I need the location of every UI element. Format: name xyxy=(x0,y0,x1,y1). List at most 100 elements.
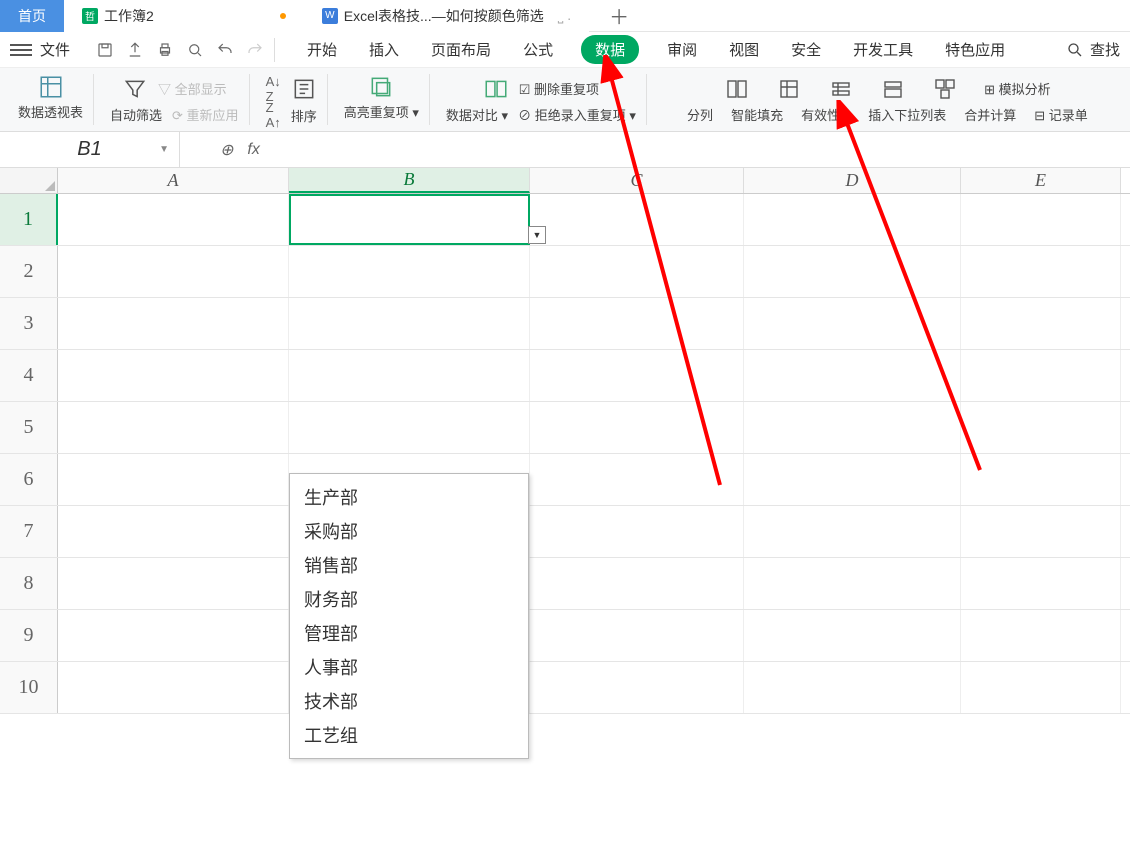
row-header[interactable]: 9 xyxy=(0,610,58,661)
cell[interactable] xyxy=(58,194,289,245)
highlight-dup-button[interactable]: 高亮重复项 ▾ xyxy=(344,74,419,121)
row-header[interactable]: 7 xyxy=(0,506,58,557)
split-col-label[interactable]: 分列 xyxy=(687,105,713,124)
tab-special[interactable]: 特色应用 xyxy=(941,37,1009,62)
cell[interactable] xyxy=(744,298,961,349)
cell[interactable] xyxy=(58,298,289,349)
cell[interactable] xyxy=(530,194,744,245)
cell[interactable] xyxy=(58,610,289,661)
col-header-D[interactable]: D xyxy=(744,168,961,193)
col-header-A[interactable]: A xyxy=(58,168,289,193)
dropdown-option[interactable]: 人事部 xyxy=(290,650,528,684)
cell[interactable] xyxy=(530,246,744,297)
sort-desc-icon[interactable]: ZA↑ xyxy=(266,100,281,130)
tab-formula[interactable]: 公式 xyxy=(519,37,557,62)
save-icon[interactable] xyxy=(96,41,114,59)
del-dup-button[interactable]: ☑ 删除重复项 xyxy=(519,79,599,98)
row-header[interactable]: 5 xyxy=(0,402,58,453)
cell[interactable] xyxy=(58,246,289,297)
tab-data[interactable]: 数据 xyxy=(581,35,639,64)
tab-document2[interactable]: W Excel表格技...—如何按颜色筛选 ⎵ . xyxy=(304,0,589,32)
dropdown-option[interactable]: 财务部 xyxy=(290,582,528,616)
select-all-corner[interactable] xyxy=(0,168,58,193)
cell[interactable] xyxy=(744,350,961,401)
dropdown-option[interactable]: 生产部 xyxy=(290,480,528,514)
preview-icon[interactable] xyxy=(186,41,204,59)
cell[interactable] xyxy=(530,506,744,557)
cell[interactable]: ▼ xyxy=(289,194,530,245)
compare-icon[interactable] xyxy=(483,76,509,102)
dropdown-option[interactable]: 技术部 xyxy=(290,684,528,718)
col-header-B[interactable]: B xyxy=(289,168,530,193)
validation-icon[interactable] xyxy=(828,76,854,102)
tab-workbook[interactable]: 哲 工作簿2 xyxy=(64,0,304,32)
formula-input[interactable] xyxy=(300,134,1130,166)
cell[interactable] xyxy=(744,506,961,557)
smart-fill-label[interactable]: 智能填充 xyxy=(731,105,783,124)
record-form-button[interactable]: ⊟ 记录单 xyxy=(1034,105,1088,124)
file-menu[interactable]: 文件 xyxy=(40,39,70,60)
cell[interactable] xyxy=(744,454,961,505)
reapply-button[interactable]: ⟳ 重新应用 xyxy=(172,105,239,124)
cell[interactable] xyxy=(744,662,961,713)
dropdown-option[interactable]: 采购部 xyxy=(290,514,528,548)
cell[interactable] xyxy=(58,558,289,609)
cell[interactable] xyxy=(744,558,961,609)
cell[interactable] xyxy=(58,350,289,401)
tab-layout[interactable]: 页面布局 xyxy=(427,37,495,62)
tab-insert[interactable]: 插入 xyxy=(365,37,403,62)
col-header-C[interactable]: C xyxy=(530,168,744,193)
print-icon[interactable] xyxy=(156,41,174,59)
dropdown-option[interactable]: 销售部 xyxy=(290,548,528,582)
tab-start[interactable]: 开始 xyxy=(303,37,341,62)
hamburger-icon[interactable] xyxy=(10,44,32,56)
cell[interactable] xyxy=(58,454,289,505)
row-header[interactable]: 8 xyxy=(0,558,58,609)
cell[interactable] xyxy=(961,558,1121,609)
row-header[interactable]: 1 xyxy=(0,194,58,245)
reject-dup-button[interactable]: ⊘ 拒绝录入重复项 ▾ xyxy=(518,105,636,124)
split-col-icon[interactable] xyxy=(724,76,750,102)
tab-home[interactable]: 首页 xyxy=(0,0,64,32)
dropdown-option[interactable]: 管理部 xyxy=(290,616,528,650)
cell[interactable] xyxy=(961,246,1121,297)
cell[interactable] xyxy=(530,610,744,661)
dropdown-list-label[interactable]: 插入下拉列表 xyxy=(868,105,946,124)
row-header[interactable]: 2 xyxy=(0,246,58,297)
cell[interactable] xyxy=(289,402,530,453)
whatif-button[interactable]: ⊞ 模拟分析 xyxy=(984,79,1051,98)
pivot-button[interactable]: 数据透视表 xyxy=(18,74,83,121)
col-header-E[interactable]: E xyxy=(961,168,1121,193)
cell[interactable] xyxy=(289,246,530,297)
sort-icon[interactable] xyxy=(291,76,317,102)
cell[interactable] xyxy=(530,558,744,609)
cell[interactable] xyxy=(744,610,961,661)
redo-icon[interactable] xyxy=(246,41,264,59)
show-all-button[interactable]: ▽ 全部显示 xyxy=(158,79,227,98)
cell[interactable] xyxy=(744,402,961,453)
cell[interactable] xyxy=(530,454,744,505)
cell[interactable] xyxy=(530,402,744,453)
cell[interactable] xyxy=(961,402,1121,453)
tab-review[interactable]: 审阅 xyxy=(663,37,701,62)
cell[interactable] xyxy=(961,454,1121,505)
cell-reference-box[interactable]: B1 ▼ xyxy=(0,132,180,168)
new-tab-button[interactable]: ＋ xyxy=(589,0,649,32)
consolidate-label[interactable]: 合并计算 xyxy=(964,105,1016,124)
auto-filter-button[interactable]: 自动筛选 xyxy=(110,105,162,124)
dropdown-option[interactable]: 工艺组 xyxy=(290,718,528,752)
share-icon[interactable] xyxy=(126,41,144,59)
cell[interactable] xyxy=(289,298,530,349)
cell[interactable] xyxy=(961,298,1121,349)
undo-icon[interactable] xyxy=(216,41,234,59)
cell[interactable] xyxy=(58,402,289,453)
smart-fill-icon[interactable] xyxy=(776,76,802,102)
fx-icon[interactable]: fx xyxy=(247,141,259,159)
cell[interactable] xyxy=(289,350,530,401)
tab-dev[interactable]: 开发工具 xyxy=(849,37,917,62)
row-header[interactable]: 6 xyxy=(0,454,58,505)
cell[interactable] xyxy=(530,350,744,401)
cell[interactable] xyxy=(744,194,961,245)
dropdown-list-icon[interactable] xyxy=(880,76,906,102)
tab-view[interactable]: 视图 xyxy=(725,37,763,62)
